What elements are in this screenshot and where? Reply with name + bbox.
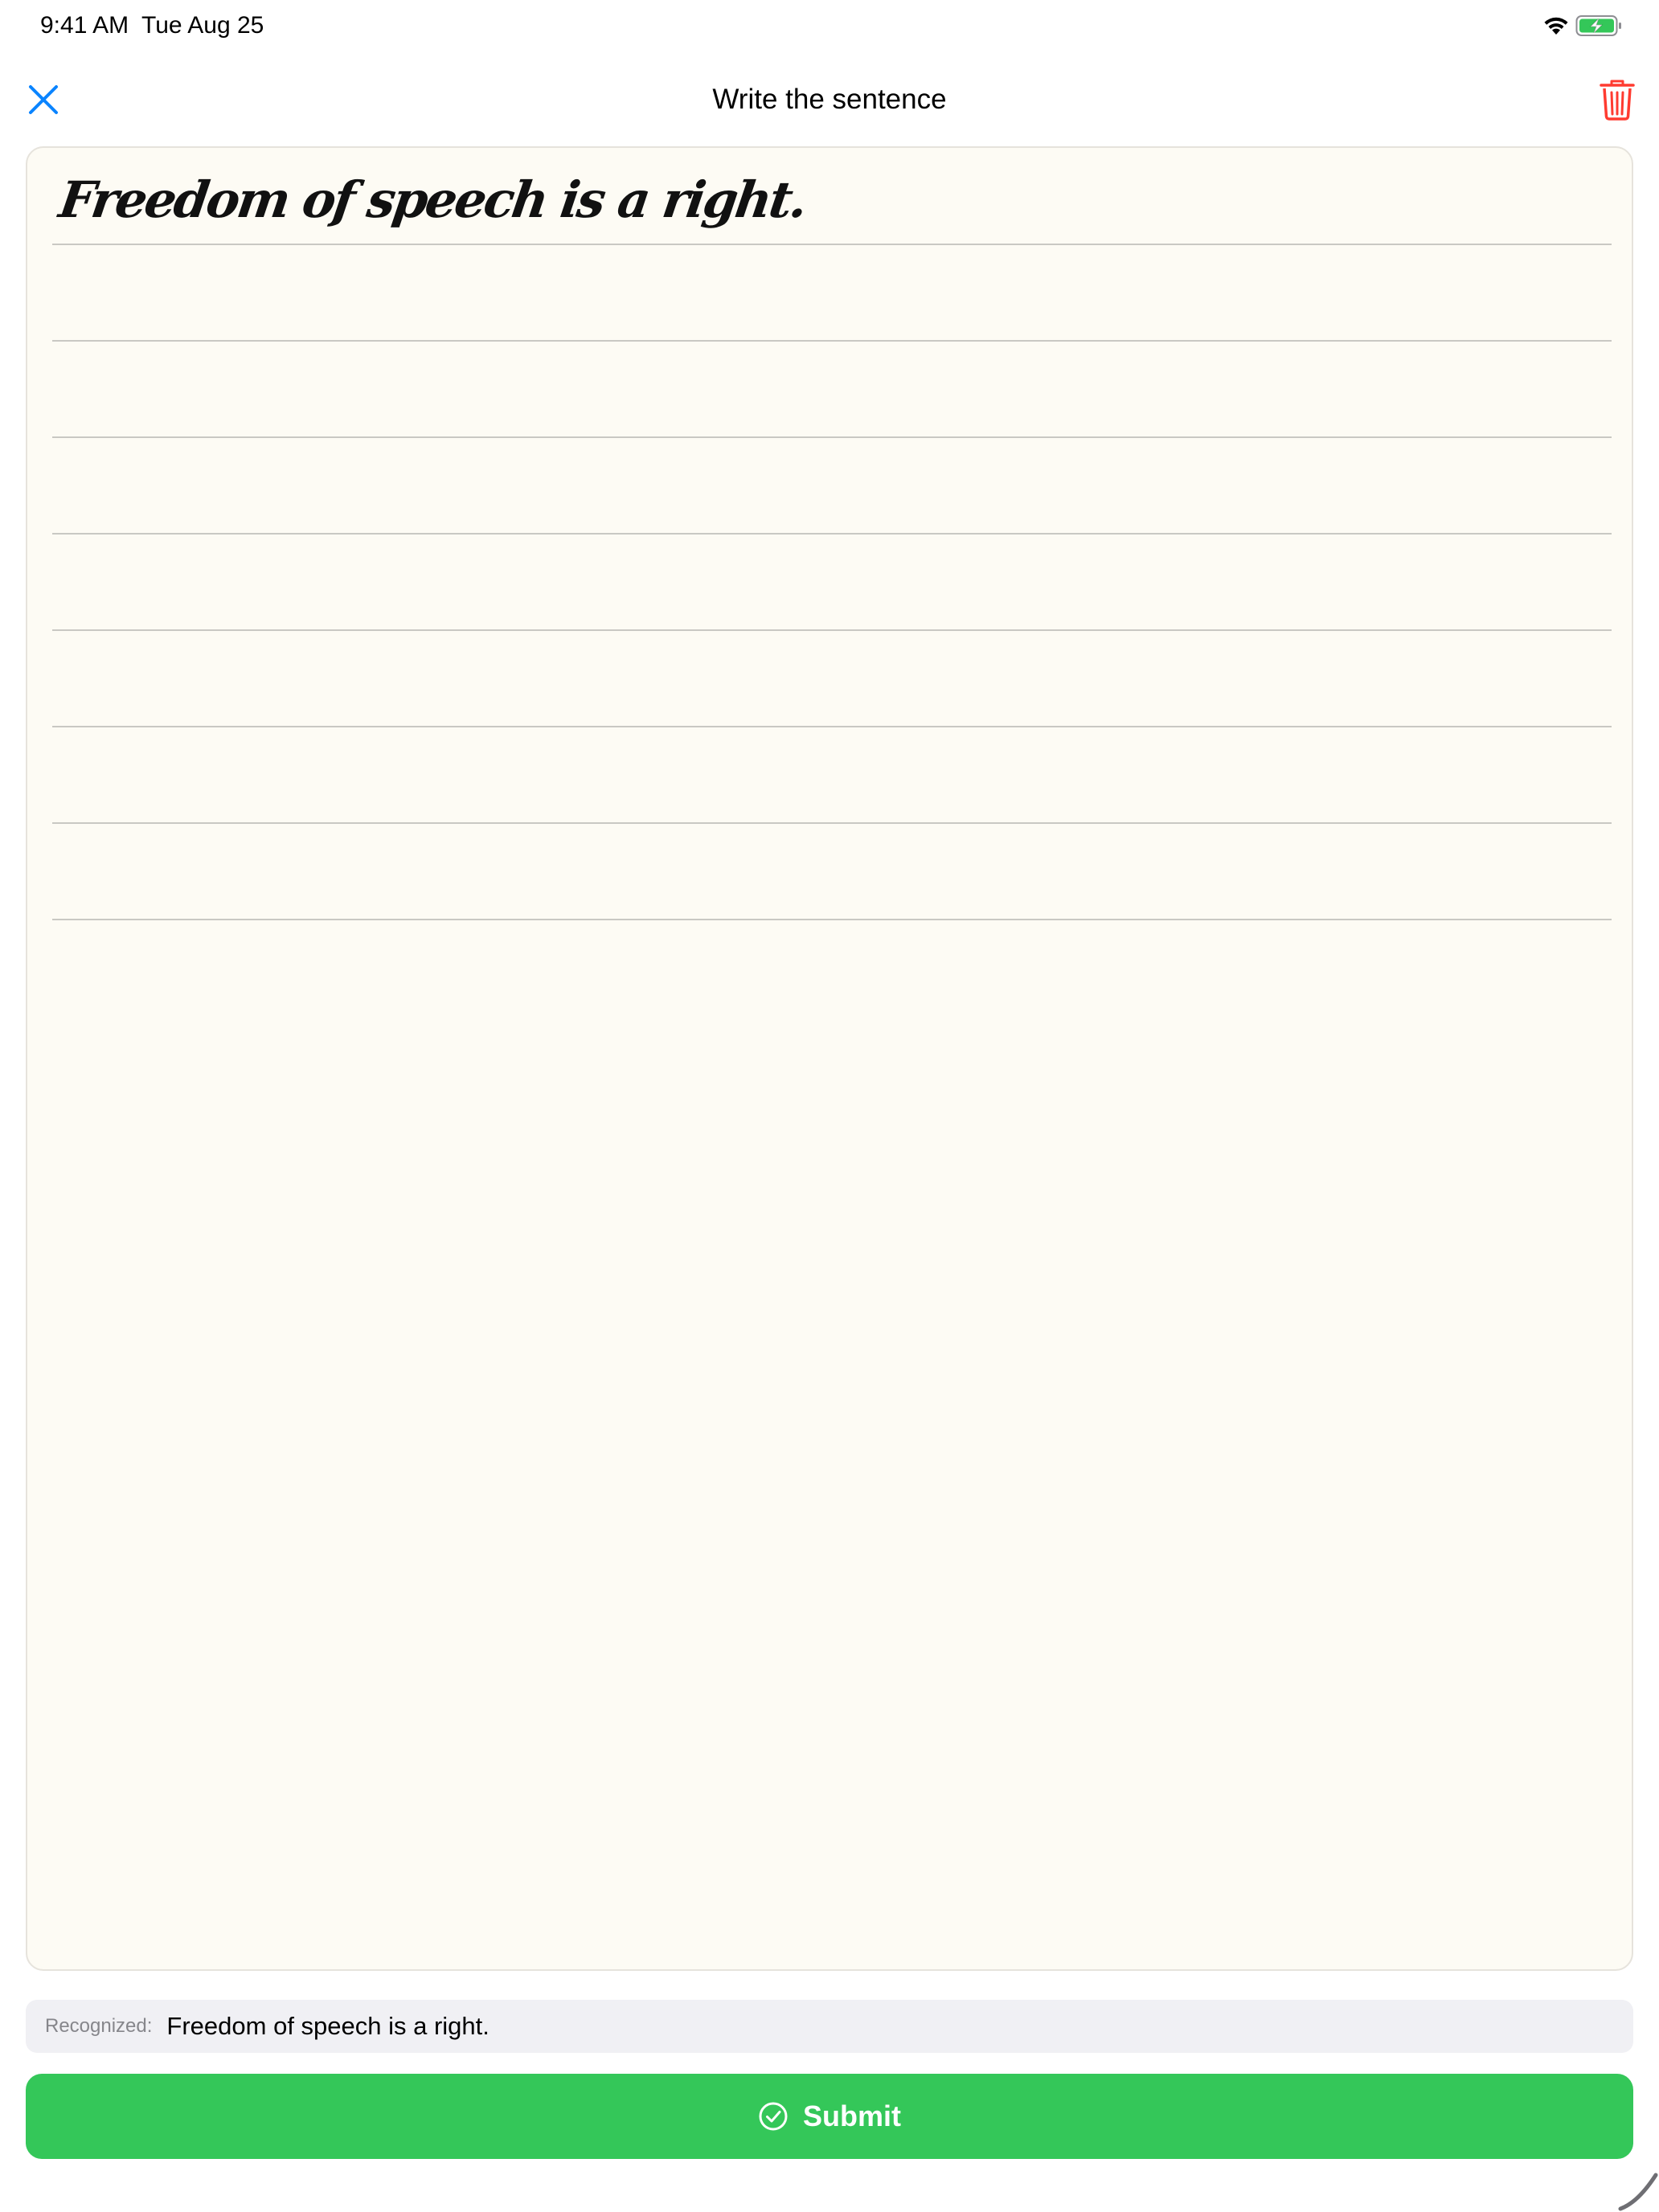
- wifi-icon: [1544, 17, 1568, 35]
- screen: 9:41 AM Tue Aug 25 Write the sentence Fr…: [0, 0, 1659, 2212]
- guide-line: [52, 340, 1612, 342]
- battery-charging-icon: [1575, 15, 1621, 36]
- status-time: 9:41 AM: [40, 12, 129, 39]
- page-title: Write the sentence: [712, 84, 947, 115]
- pencil-stroke-icon[interactable]: [1614, 2170, 1659, 2212]
- nav-bar: Write the sentence: [0, 64, 1659, 135]
- delete-button[interactable]: [1591, 72, 1643, 127]
- writing-canvas[interactable]: Freedom of speech is a right.: [26, 146, 1633, 1971]
- trash-icon: [1600, 80, 1635, 121]
- recognized-text: Freedom of speech is a right.: [166, 2012, 490, 2040]
- guide-line: [52, 436, 1612, 438]
- submit-label: Submit: [803, 2099, 901, 2132]
- guide-line: [52, 533, 1612, 535]
- guide-line: [52, 919, 1612, 920]
- guide-line: [52, 629, 1612, 631]
- guide-line: [52, 244, 1612, 245]
- checkmark-circle-icon: [758, 2101, 789, 2132]
- guide-line: [52, 726, 1612, 727]
- model-sentence: Freedom of speech is a right.: [55, 170, 809, 229]
- status-bar: 9:41 AM Tue Aug 25: [0, 0, 1659, 51]
- recognized-label: Recognized:: [45, 2015, 153, 2037]
- guide-line: [52, 822, 1612, 824]
- status-date: Tue Aug 25: [141, 12, 264, 39]
- recognized-bar: Recognized: Freedom of speech is a right…: [26, 2000, 1633, 2053]
- submit-button[interactable]: Submit: [26, 2074, 1633, 2159]
